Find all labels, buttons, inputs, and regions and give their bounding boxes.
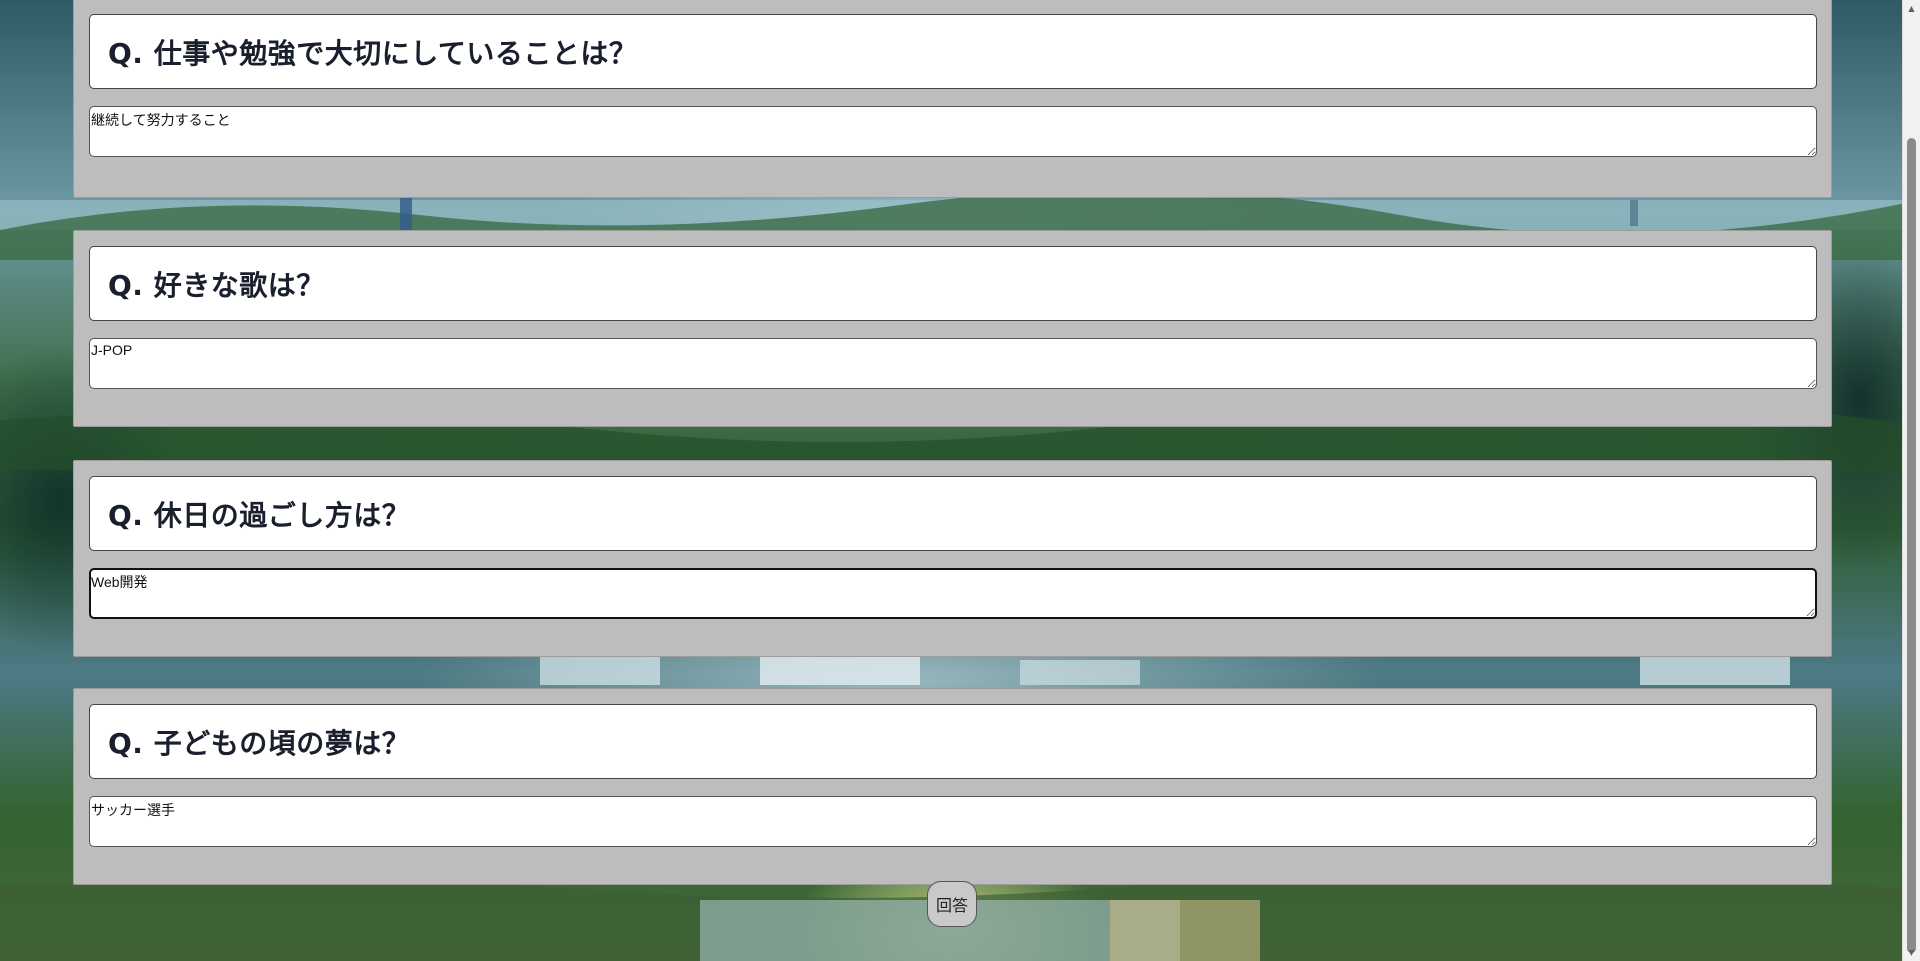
question-heading: Q. 好きな歌は？	[89, 246, 1817, 321]
vertical-scrollbar[interactable]: ▲ ▼	[1902, 0, 1920, 961]
scrollbar-thumb[interactable]	[1907, 138, 1916, 953]
answer-textarea[interactable]: J-POP	[89, 338, 1817, 389]
answer-textarea[interactable]: Web開発	[89, 568, 1817, 619]
question-heading: Q. 仕事や勉強で大切にしていることは？	[89, 14, 1817, 89]
question-heading: Q. 子どもの頃の夢は？	[89, 704, 1817, 779]
scroll-up-arrow-icon[interactable]: ▲	[1903, 0, 1920, 17]
answer-textarea[interactable]: 継続して努力すること	[89, 106, 1817, 157]
question-card-1: Q. 仕事や勉強で大切にしていることは？ 継続して努力すること	[73, 0, 1832, 198]
answer-textarea[interactable]: サッカー選手	[89, 796, 1817, 847]
question-card-4: Q. 子どもの頃の夢は？ サッカー選手	[73, 688, 1832, 885]
question-card-2: Q. 好きな歌は？ J-POP	[73, 230, 1832, 427]
question-heading: Q. 休日の過ごし方は？	[89, 476, 1817, 551]
submit-answer-button[interactable]: 回答	[927, 881, 977, 927]
scroll-down-arrow-icon[interactable]: ▼	[1903, 944, 1920, 961]
question-card-3: Q. 休日の過ごし方は？ Web開発	[73, 460, 1832, 657]
page: Q. 仕事や勉強で大切にしていることは？ 継続して努力すること Q. 好きな歌は…	[0, 0, 1920, 961]
